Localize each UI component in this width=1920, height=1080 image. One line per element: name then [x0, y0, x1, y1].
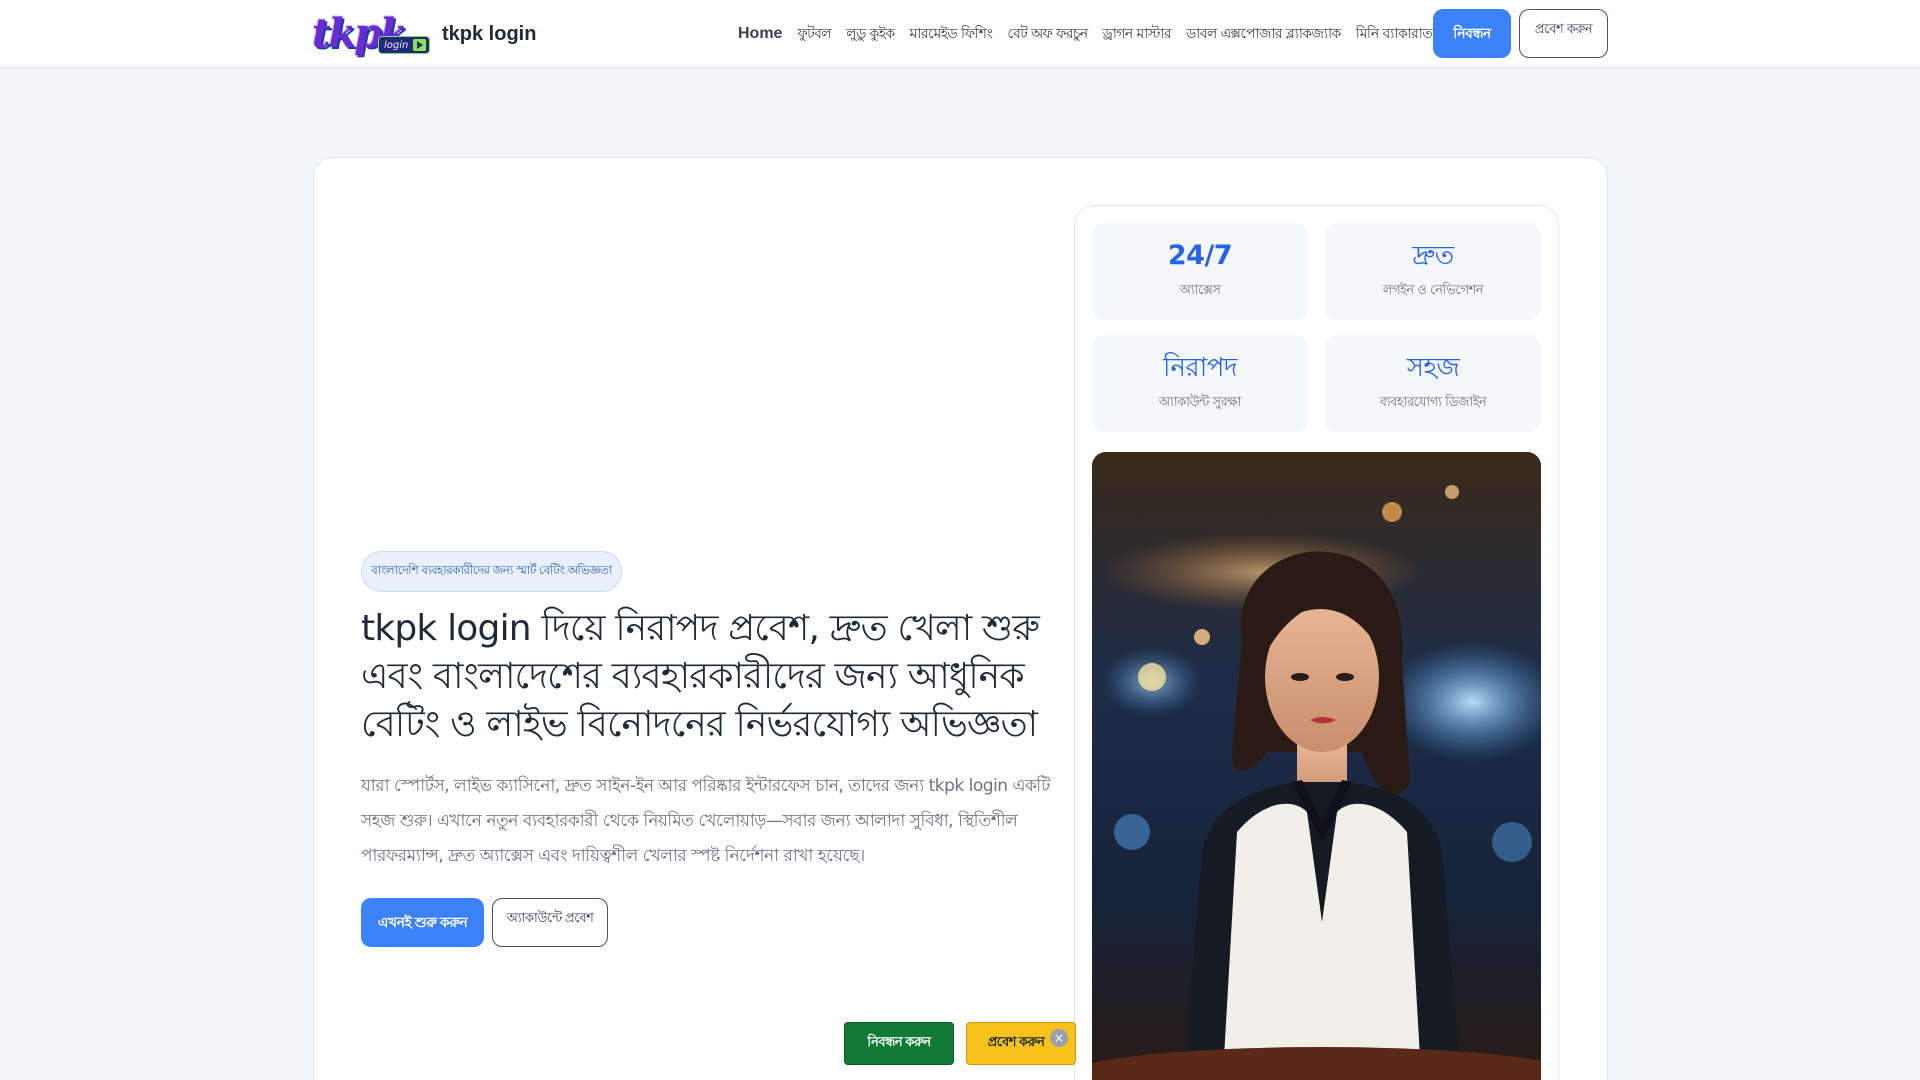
- register-button[interactable]: নিবন্ধন: [1433, 9, 1511, 58]
- stat-value: সহজ: [1406, 353, 1460, 383]
- start-now-button[interactable]: এখনই শুরু করুন: [361, 898, 484, 947]
- stat-card-speed: দ্রুত লগইন ও নেভিগেশন: [1325, 223, 1541, 320]
- casino-dealer-illustration: [1092, 452, 1541, 1080]
- stat-label: ব্যবহারযোগ্য ডিজাইন: [1379, 395, 1487, 410]
- hero-title: tkpk login দিয়ে নিরাপদ প্রবেশ, দ্রুত খে…: [361, 608, 1040, 745]
- login-button[interactable]: প্রবেশ করুন: [1519, 9, 1608, 58]
- hero-tag: বাংলাদেশি ব্যবহারকারীদের জন্য স্মার্ট বে…: [361, 551, 622, 592]
- stat-card-access: 24/7 অ্যাক্সেস: [1092, 223, 1308, 320]
- stat-label: লগইন ও নেভিগেশন: [1382, 283, 1484, 298]
- nav-item-football[interactable]: ফুটবল: [797, 22, 831, 46]
- nav-item-home[interactable]: Home: [738, 25, 782, 43]
- logo[interactable]: tkpk login: [312, 12, 434, 56]
- stat-value: দ্রুত: [1412, 241, 1454, 271]
- main-nav: Home ফুটবল লুডু কুইক মারমেইড ফিশিং বেট অ…: [738, 20, 1447, 48]
- sticky-register-button[interactable]: নিবন্ধন করুন: [844, 1022, 954, 1065]
- close-icon[interactable]: ×: [1050, 1029, 1068, 1047]
- nav-item-ludo-quick[interactable]: লুডু কুইক: [846, 22, 895, 46]
- stat-value: 24/7: [1167, 240, 1233, 271]
- brand-name[interactable]: tkpk login: [442, 23, 536, 46]
- nav-item-mermaid-fishing[interactable]: মারমেইড ফিশিং: [910, 22, 993, 46]
- play-icon: [413, 39, 426, 51]
- stat-card-security: নিরাপদ অ্যাকাউন্ট সুরক্ষা: [1092, 335, 1308, 432]
- nav-item-double-exposure-blackjack[interactable]: ডাবল এক্সপোজার ব্ল্যাকজ্যাক: [1186, 22, 1341, 46]
- stat-card-ease: সহজ ব্যবহারযোগ্য ডিজাইন: [1325, 335, 1541, 432]
- stat-label: অ্যাক্সেস: [1179, 283, 1221, 298]
- brand[interactable]: tkpk login tkpk login: [312, 12, 536, 56]
- stat-value: নিরাপদ: [1162, 353, 1238, 383]
- casino-dealer-image: [1092, 452, 1541, 1080]
- logo-badge: login: [378, 36, 430, 54]
- account-login-button[interactable]: অ্যাকাউন্টে প্রবেশ: [492, 898, 608, 947]
- nav-item-mini-baccarat[interactable]: মিনি ব্যাকারাত: [1356, 22, 1433, 46]
- site-header: tkpk login tkpk login Home ফুটবল লুডু কু…: [0, 0, 1920, 68]
- nav-item-bet-of-fortune[interactable]: বেট অফ ফরচুন: [1007, 22, 1088, 46]
- logo-badge-text: login: [384, 39, 409, 51]
- nav-item-dragon-master[interactable]: ড্রাগন মাস্টার: [1103, 22, 1172, 46]
- hero-description: যারা স্পোর্টস, লাইভ ক্যাসিনো, দ্রুত সাইন…: [361, 776, 1050, 866]
- stat-label: অ্যাকাউন্ট সুরক্ষা: [1158, 395, 1242, 410]
